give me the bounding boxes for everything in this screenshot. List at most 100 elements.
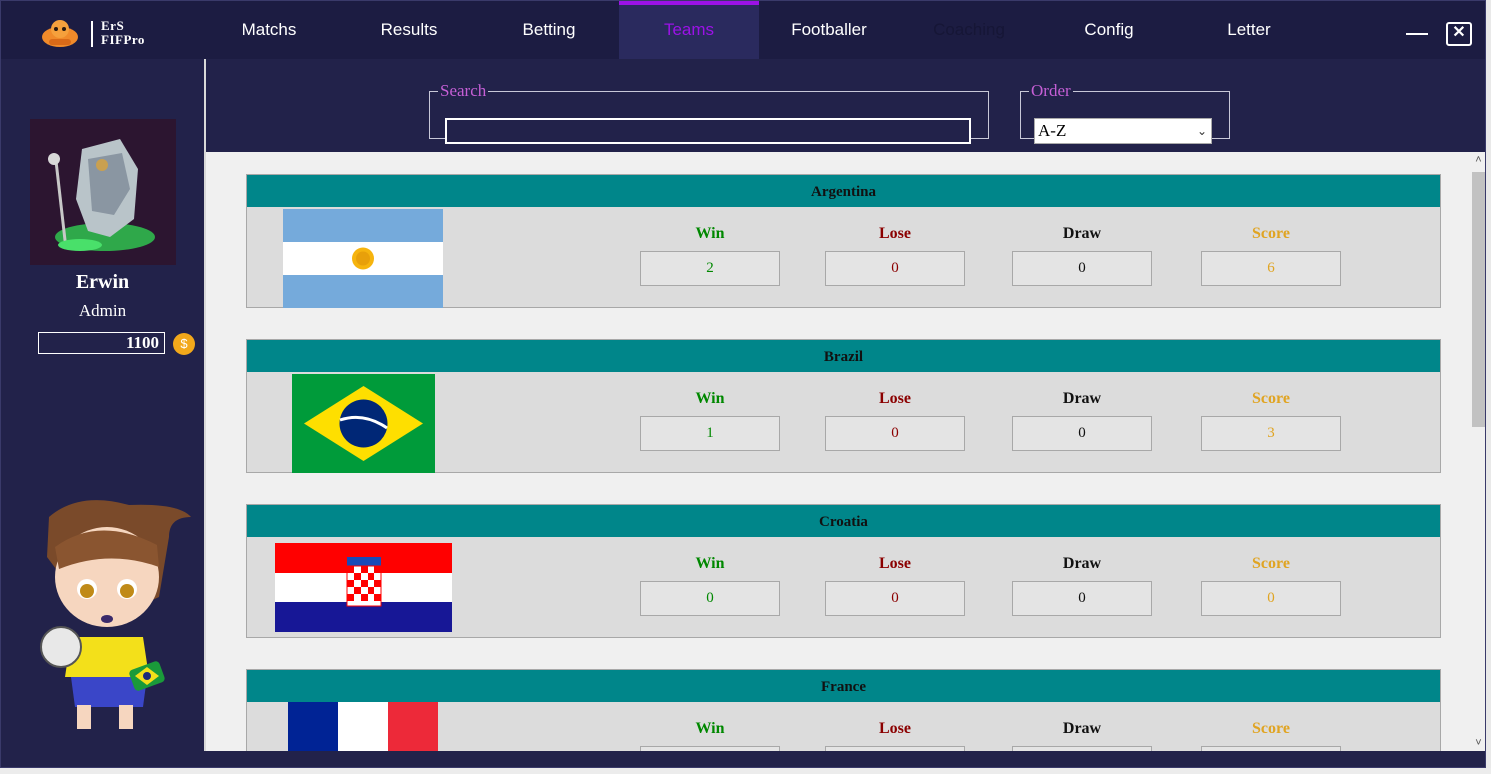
draw-label: Draw	[1062, 225, 1102, 242]
win-value: 2	[640, 251, 780, 286]
desktop-background	[0, 768, 1491, 774]
search-label: Search	[440, 81, 487, 100]
draw-label: Draw	[1062, 390, 1102, 407]
nav-tab-results[interactable]: Results	[339, 1, 479, 59]
croatia-flag-icon	[275, 543, 452, 632]
sidebar: Erwin Admin 1100 $	[1, 59, 204, 767]
order-group: Order A-Z ⌄	[1020, 81, 1230, 144]
search-input[interactable]	[445, 118, 971, 144]
lose-label: Lose	[879, 390, 911, 407]
team-card-croatia[interactable]: Croatia Win 0 Lose 0 Draw 0 Score 0	[246, 504, 1441, 638]
score-value: 0	[1201, 581, 1341, 616]
score-label: Score	[1252, 555, 1290, 572]
close-button[interactable]: ✕	[1446, 22, 1472, 46]
argentina-flag-icon	[283, 209, 443, 308]
search-group: Search	[429, 81, 989, 144]
app-logo: ErS FIFPro	[39, 15, 179, 51]
stat-draw: Draw 0	[1012, 225, 1152, 286]
stat-score: Score 3	[1201, 390, 1341, 451]
minimize-button[interactable]	[1406, 25, 1430, 37]
win-label: Win	[695, 555, 725, 572]
score-label: Score	[1252, 390, 1290, 407]
scroll-down-icon[interactable]: ˅	[1470, 735, 1485, 751]
main-panel: Search Order A-Z ⌄ Argentina Win 2 Lose …	[204, 59, 1485, 751]
team-card-brazil[interactable]: Brazil Win 1 Lose 0 Draw 0 Score 3	[246, 339, 1441, 473]
nav-tab-config[interactable]: Config	[1039, 1, 1179, 59]
lose-value: 0	[825, 581, 965, 616]
bottom-strip	[204, 751, 1485, 767]
score-value: 3	[1201, 416, 1341, 451]
lose-label: Lose	[879, 225, 911, 242]
nav-tab-betting[interactable]: Betting	[479, 1, 619, 59]
team-card-france[interactable]: France Win Lose Draw Score	[246, 669, 1441, 751]
teams-list: Argentina Win 2 Lose 0 Draw 0 Score 6 Br…	[206, 152, 1470, 751]
stat-draw: Draw 0	[1012, 390, 1152, 451]
coin-balance: 1100	[38, 332, 165, 354]
nav-tab-letter[interactable]: Letter	[1179, 1, 1319, 59]
scrollbar-thumb[interactable]	[1472, 172, 1485, 427]
stat-win: Win 2	[640, 225, 780, 286]
lose-label: Lose	[879, 720, 911, 737]
draw-value: 0	[1012, 251, 1152, 286]
chevron-down-icon: ⌄	[1196, 124, 1207, 138]
win-value: 0	[640, 581, 780, 616]
order-label: Order	[1031, 81, 1071, 100]
filter-bar: Search Order A-Z ⌄	[206, 59, 1485, 152]
user-role: Admin	[78, 301, 127, 320]
stat-score: Score 6	[1201, 225, 1341, 286]
france-flag-icon	[288, 702, 438, 751]
draw-value: 0	[1012, 416, 1152, 451]
win-value: 1	[640, 416, 780, 451]
team-name: Croatia	[247, 505, 1440, 537]
nav-tab-footballer[interactable]: Footballer	[759, 1, 899, 59]
stat-score: Score	[1201, 720, 1341, 751]
score-label: Score	[1252, 225, 1290, 242]
stat-draw: Draw 0	[1012, 555, 1152, 616]
lose-value: 0	[825, 251, 965, 286]
coin-icon: $	[173, 333, 195, 355]
draw-label: Draw	[1062, 555, 1102, 572]
vertical-scrollbar[interactable]: ˄ ˅	[1470, 152, 1485, 751]
user-name: Erwin	[75, 271, 130, 293]
score-label: Score	[1252, 720, 1290, 737]
draw-label: Draw	[1062, 720, 1102, 737]
team-name: France	[247, 670, 1440, 702]
app-window: ErS FIFPro Matchs Results Betting Teams …	[0, 0, 1486, 768]
logo-line-2: FIFPro	[101, 32, 145, 47]
nav-tab-matchs[interactable]: Matchs	[199, 1, 339, 59]
team-card-argentina[interactable]: Argentina Win 2 Lose 0 Draw 0 Score 6	[246, 174, 1441, 308]
stat-score: Score 0	[1201, 555, 1341, 616]
stat-win: Win	[640, 720, 780, 751]
order-selected-value: A-Z	[1038, 121, 1067, 140]
lose-label: Lose	[879, 555, 911, 572]
draw-value: 0	[1012, 581, 1152, 616]
stat-lose: Lose	[825, 720, 965, 751]
stat-lose: Lose 0	[825, 555, 965, 616]
nav-tab-coaching[interactable]: Coaching	[899, 1, 1039, 59]
team-name: Brazil	[247, 340, 1440, 372]
stat-win: Win 0	[640, 555, 780, 616]
logo-mascot-icon	[42, 20, 78, 47]
logo-separator	[91, 21, 93, 47]
win-label: Win	[695, 390, 725, 407]
stat-lose: Lose 0	[825, 225, 965, 286]
avatar	[30, 119, 176, 265]
logo-text: ErS FIFPro	[101, 19, 145, 47]
scroll-up-icon[interactable]: ˄	[1470, 152, 1485, 168]
minimize-icon	[1406, 33, 1428, 35]
mascot-image	[40, 500, 191, 729]
stat-lose: Lose 0	[825, 390, 965, 451]
top-bar: ErS FIFPro Matchs Results Betting Teams …	[1, 1, 1485, 59]
stat-draw: Draw	[1012, 720, 1152, 751]
main-nav: Matchs Results Betting Teams Footballer …	[199, 1, 1319, 59]
stat-win: Win 1	[640, 390, 780, 451]
order-select[interactable]: A-Z ⌄	[1034, 118, 1212, 144]
brazil-flag-icon	[292, 374, 435, 473]
nav-tab-teams[interactable]: Teams	[619, 1, 759, 59]
win-label: Win	[695, 720, 725, 737]
win-label: Win	[695, 225, 725, 242]
logo-line-1: ErS	[101, 18, 125, 33]
team-name: Argentina	[247, 175, 1440, 207]
score-value: 6	[1201, 251, 1341, 286]
avatar-image	[30, 119, 176, 265]
